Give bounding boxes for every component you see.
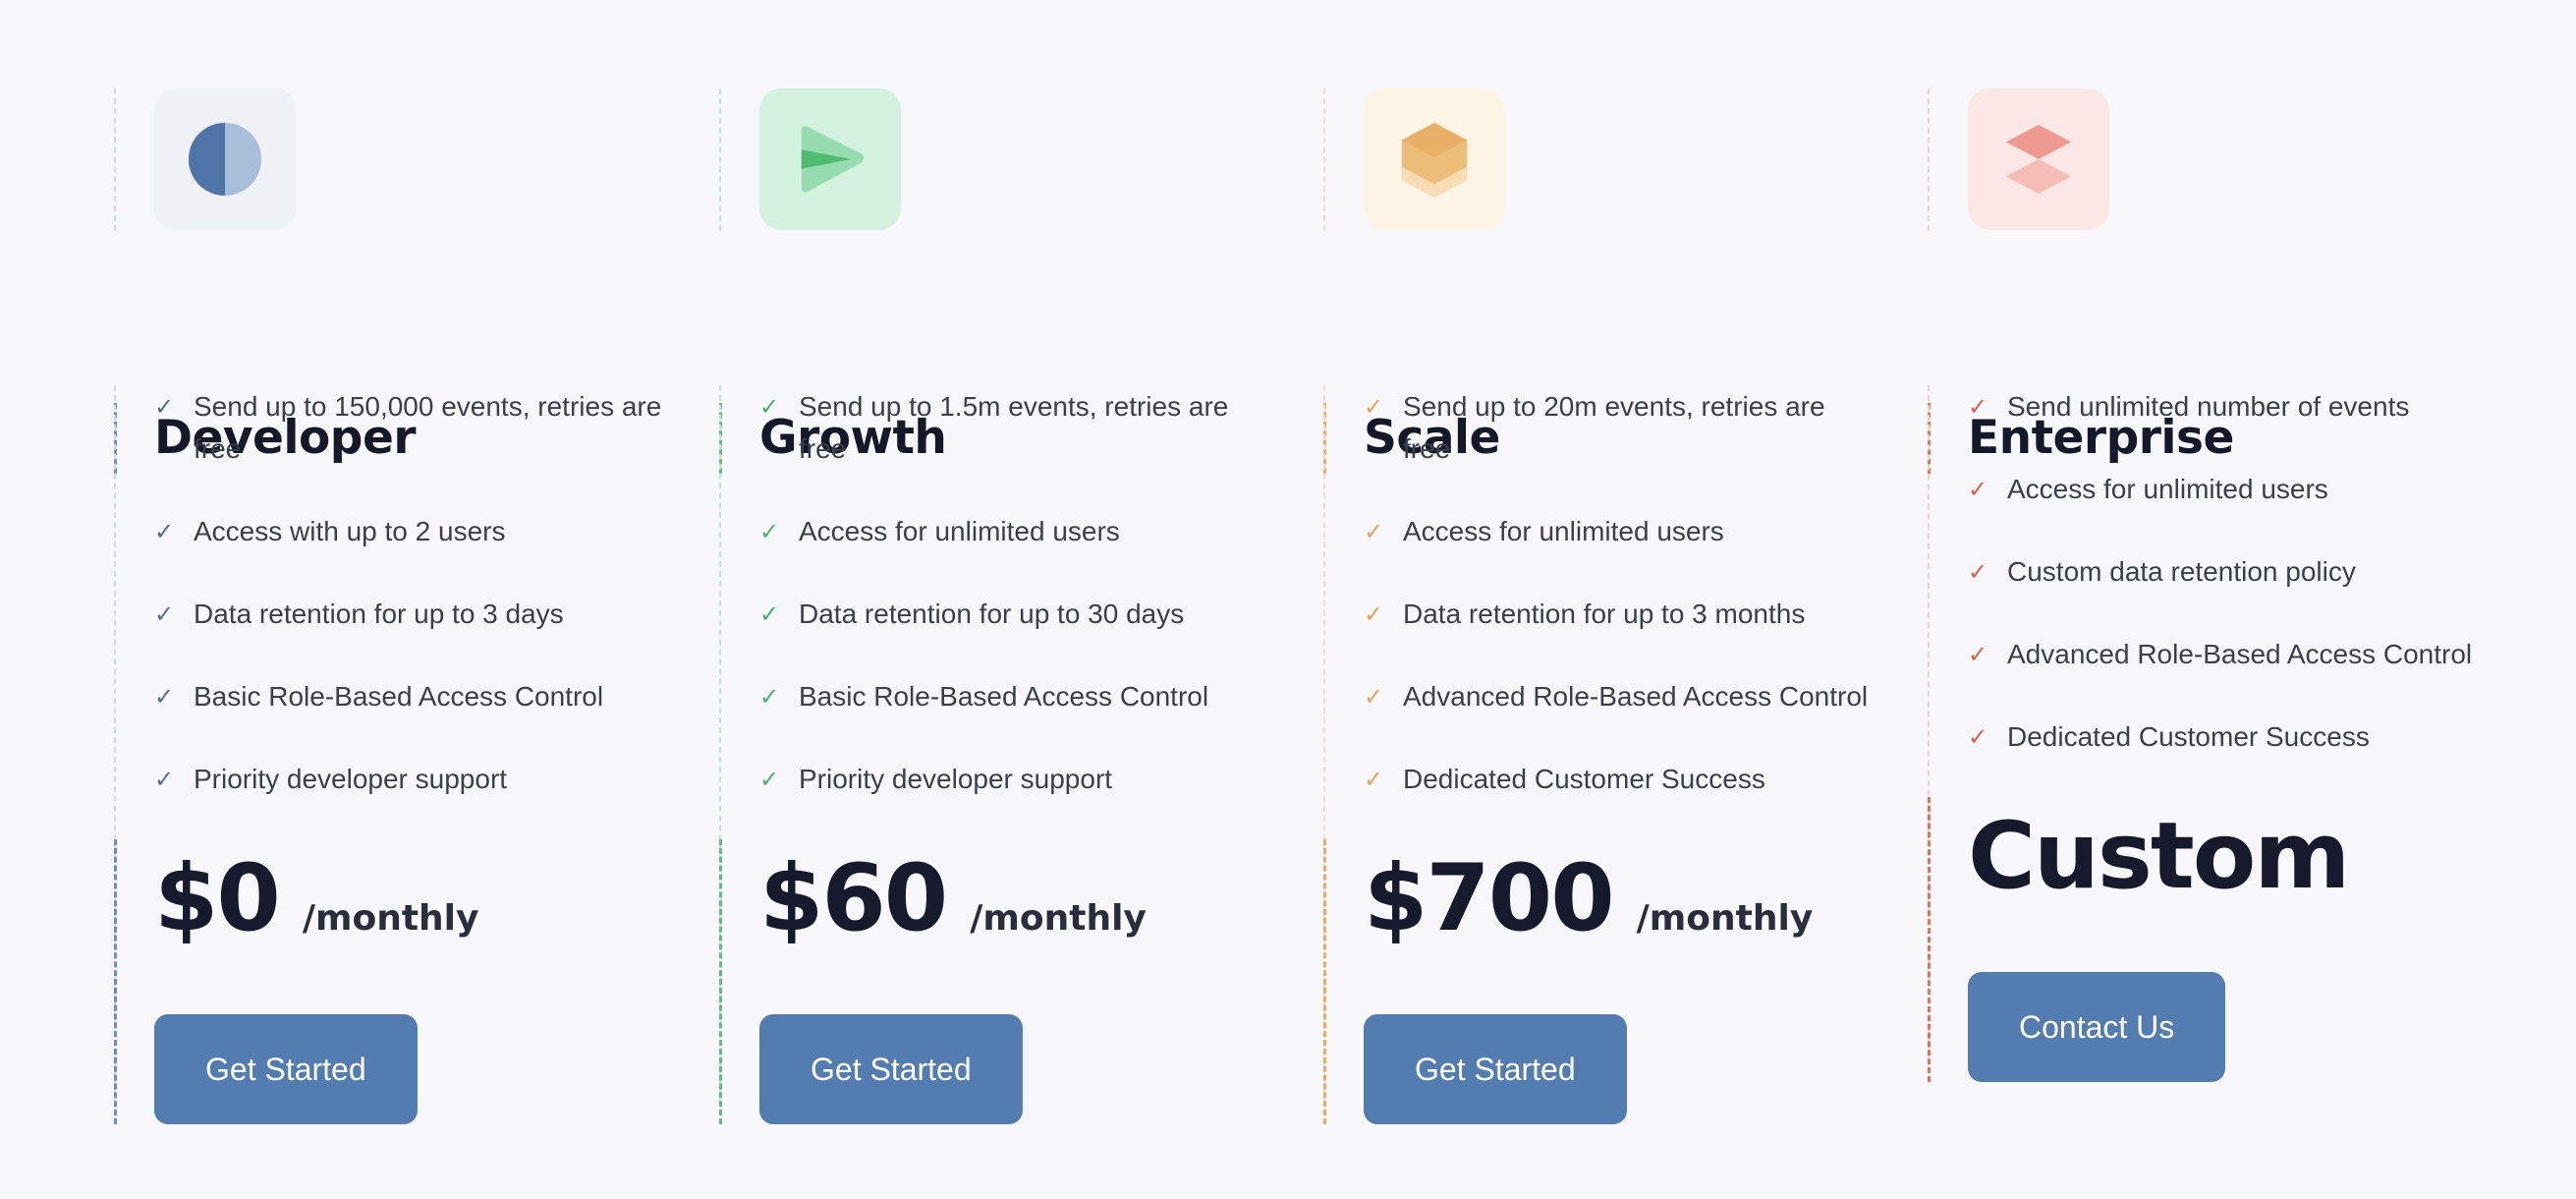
feature-item: ✓ Access for unlimited users xyxy=(1364,510,1874,552)
check-icon: ✓ xyxy=(1364,518,1384,545)
feature-text: Send up to 20m events, retries are free xyxy=(1403,391,1825,464)
feature-text: Send up to 150,000 events, retries are f… xyxy=(194,391,662,464)
stacked-hexagon-icon xyxy=(1364,88,1505,230)
check-icon: ✓ xyxy=(154,393,175,421)
price-amount: Custom xyxy=(1968,803,2350,910)
plan-features: ✓ Send up to 1.5m events, retries are fre… xyxy=(719,385,1269,1124)
price-amount: $700 xyxy=(1364,845,1615,952)
plan-icon-column xyxy=(1928,88,2478,231)
check-icon: ✓ xyxy=(759,600,780,628)
plan-scale: Scale ✓ Send up to 20m events, retries ar… xyxy=(1323,88,1874,1124)
price-amount: $0 xyxy=(154,845,281,952)
check-icon: ✓ xyxy=(1968,641,1988,668)
plan-pricing: $60 /monthly Get Started xyxy=(719,839,1269,1124)
check-icon: ✓ xyxy=(1364,766,1384,793)
plan-developer: Developer ✓ Send up to 150,000 events, re… xyxy=(114,88,664,1124)
stacked-diamonds-icon xyxy=(1968,88,2109,230)
price-row: $60 /monthly xyxy=(759,839,1269,967)
contact-us-button[interactable]: Contact Us xyxy=(1968,972,2226,1082)
plan-pricing: $700 /monthly Get Started xyxy=(1323,839,1874,1124)
feature-text: Custom data retention policy xyxy=(2007,556,2356,587)
check-icon: ✓ xyxy=(759,518,780,545)
get-started-button[interactable]: Get Started xyxy=(1364,1014,1627,1124)
feature-text: Send up to 1.5m events, retries are free xyxy=(799,391,1229,464)
feature-item: ✓ Access with up to 2 users xyxy=(154,510,664,552)
plan-features: ✓ Send unlimited number of events ✓ Access… xyxy=(1928,385,2478,1082)
feature-item: ✓ Access for unlimited users xyxy=(759,510,1269,552)
feature-text: Access for unlimited users xyxy=(1403,516,1724,546)
check-icon: ✓ xyxy=(759,766,780,793)
feature-item: ✓ Dedicated Customer Success xyxy=(1968,715,2478,758)
feature-text: Priority developer support xyxy=(799,764,1113,794)
check-icon: ✓ xyxy=(1364,600,1384,628)
feature-text: Basic Role-Based Access Control xyxy=(194,681,604,712)
feature-text: Advanced Role-Based Access Control xyxy=(2007,639,2473,669)
price-period: /monthly xyxy=(302,898,479,939)
feature-text: Dedicated Customer Success xyxy=(2007,721,2370,752)
feature-text: Data retention for up to 30 days xyxy=(799,599,1185,629)
feature-text: Access with up to 2 users xyxy=(194,516,506,546)
feature-text: Access for unlimited users xyxy=(799,516,1120,546)
price-period: /monthly xyxy=(1636,898,1814,939)
check-icon: ✓ xyxy=(1968,476,1988,503)
plan-features: ✓ Send up to 20m events, retries are free… xyxy=(1323,385,1874,1124)
check-icon: ✓ xyxy=(154,683,175,711)
plan-icon-column xyxy=(114,88,664,231)
half-circle-icon xyxy=(154,88,296,230)
feature-item: ✓ Data retention for up to 30 days xyxy=(759,593,1269,635)
feature-item: ✓ Data retention for up to 3 days xyxy=(154,593,664,635)
feature-item: ✓ Priority developer support xyxy=(154,758,664,800)
get-started-button[interactable]: Get Started xyxy=(759,1014,1023,1124)
price-period: /monthly xyxy=(970,898,1147,939)
feature-text: Priority developer support xyxy=(194,764,508,794)
plan-features: ✓ Send up to 150,000 events, retries are … xyxy=(114,385,664,1124)
feature-item: ✓ Send up to 20m events, retries are free xyxy=(1364,385,1874,470)
feature-text: Dedicated Customer Success xyxy=(1403,764,1765,794)
feature-item: ✓ Dedicated Customer Success xyxy=(1364,758,1874,800)
check-icon: ✓ xyxy=(1968,393,1988,421)
feature-item: ✓ Basic Role-Based Access Control xyxy=(759,675,1269,717)
feature-item: ✓ Send up to 150,000 events, retries are … xyxy=(154,385,664,470)
price-amount: $60 xyxy=(759,845,948,952)
feature-item: ✓ Access for unlimited users xyxy=(1968,468,2478,510)
plan-enterprise: Enterprise ✓ Send unlimited number of eve… xyxy=(1928,88,2478,1082)
pricing-section: Developer ✓ Send up to 150,000 events, re… xyxy=(0,0,2576,1199)
check-icon: ✓ xyxy=(759,683,780,711)
feature-text: Send unlimited number of events xyxy=(2007,391,2410,422)
plan-pricing: Custom Contact Us xyxy=(1928,797,2478,1082)
price-row: $0 /monthly xyxy=(154,839,664,967)
feature-item: ✓ Priority developer support xyxy=(759,758,1269,800)
check-icon: ✓ xyxy=(1968,723,1988,751)
plan-icon-column xyxy=(1323,88,1874,231)
send-arrow-icon xyxy=(759,88,901,230)
plan-icon-column xyxy=(719,88,1269,231)
check-icon: ✓ xyxy=(1968,558,1988,586)
check-icon: ✓ xyxy=(1364,683,1384,711)
feature-text: Access for unlimited users xyxy=(2007,474,2328,504)
get-started-button[interactable]: Get Started xyxy=(154,1014,418,1124)
price-row: $700 /monthly xyxy=(1364,839,1874,967)
plan-growth: Growth ✓ Send up to 1.5m events, retries … xyxy=(719,88,1269,1124)
check-icon: ✓ xyxy=(154,518,175,545)
feature-item: ✓ Send up to 1.5m events, retries are fre… xyxy=(759,385,1269,470)
check-icon: ✓ xyxy=(154,766,175,793)
feature-item: ✓ Advanced Role-Based Access Control xyxy=(1968,633,2478,675)
feature-text: Basic Role-Based Access Control xyxy=(799,681,1209,712)
feature-item: ✓ Advanced Role-Based Access Control xyxy=(1364,675,1874,717)
feature-item: ✓ Data retention for up to 3 months xyxy=(1364,593,1874,635)
check-icon: ✓ xyxy=(1364,393,1384,421)
feature-text: Advanced Role-Based Access Control xyxy=(1403,681,1869,712)
price-row: Custom xyxy=(1968,797,2478,925)
check-icon: ✓ xyxy=(759,393,780,421)
plan-pricing: $0 /monthly Get Started xyxy=(114,839,664,1124)
feature-text: Data retention for up to 3 months xyxy=(1403,599,1806,629)
feature-item: ✓ Basic Role-Based Access Control xyxy=(154,675,664,717)
feature-item: ✓ Send unlimited number of events xyxy=(1968,385,2478,428)
feature-text: Data retention for up to 3 days xyxy=(194,599,564,629)
feature-item: ✓ Custom data retention policy xyxy=(1968,550,2478,593)
check-icon: ✓ xyxy=(154,600,175,628)
